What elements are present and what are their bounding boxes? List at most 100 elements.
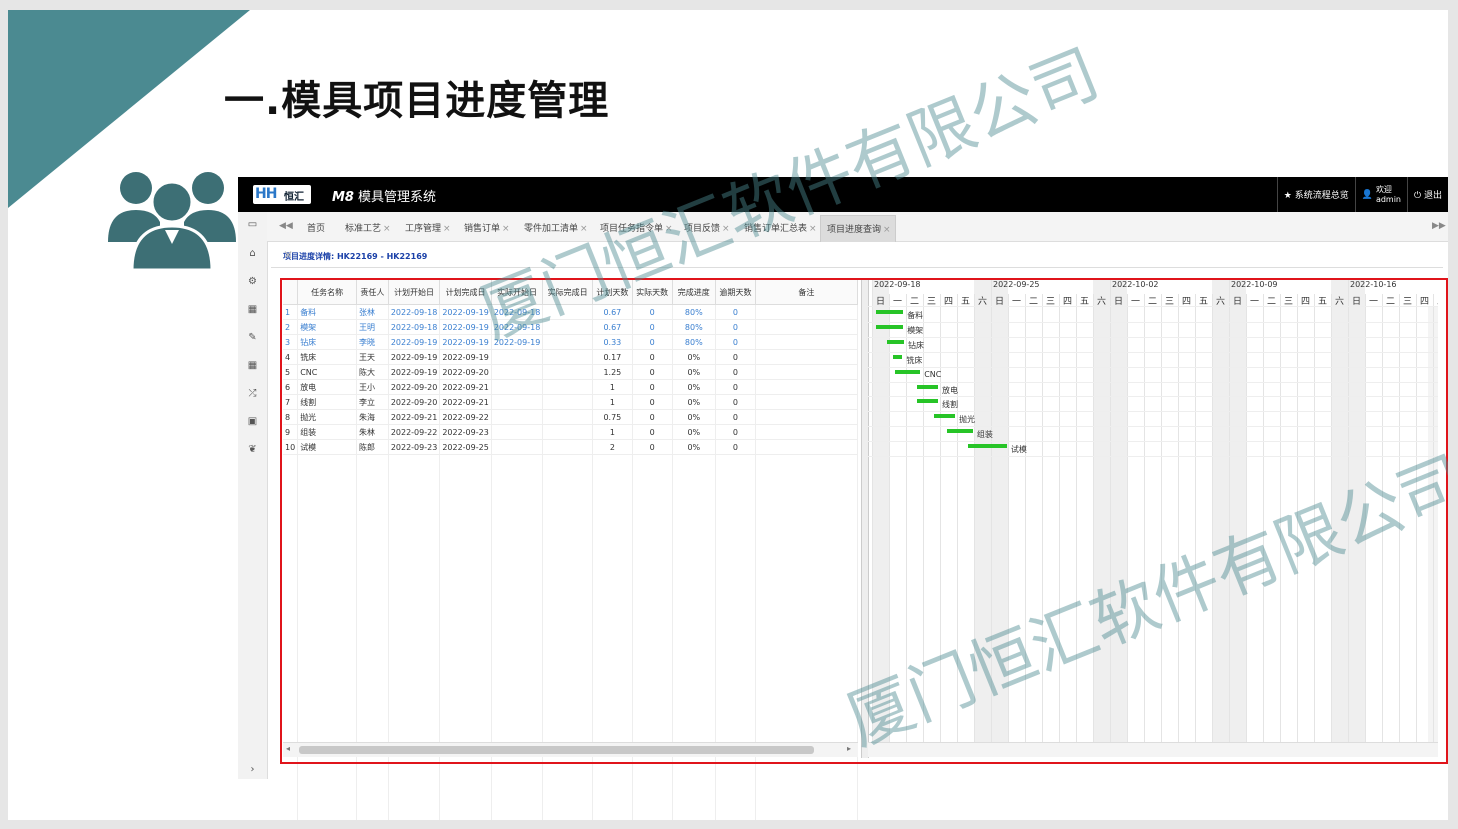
- gantt-horizontal-scrollbar[interactable]: [868, 742, 1438, 757]
- day-gridline: [1110, 294, 1111, 742]
- week-separator: [1229, 280, 1230, 306]
- gantt-bar[interactable]: [876, 310, 904, 314]
- weekend-shade: [1331, 280, 1348, 742]
- table-cell: [542, 424, 593, 440]
- table-icon[interactable]: ▦: [246, 359, 259, 372]
- gantt-bar-label: CNC: [924, 369, 942, 379]
- column-header[interactable]: 计划完成日: [439, 280, 492, 305]
- table-cell: 2022-09-21: [439, 394, 492, 410]
- table-cell: 3: [283, 334, 299, 350]
- day-gridline: [1161, 294, 1162, 742]
- empty-row: [283, 665, 859, 679]
- gantt-bar[interactable]: [887, 339, 905, 344]
- gantt-row-line: [868, 396, 1438, 398]
- column-header[interactable]: 计划开始日: [388, 280, 441, 305]
- column-header[interactable]: 逾期天数: [715, 280, 756, 305]
- horizontal-scrollbar[interactable]: ◂ ▸: [283, 742, 858, 757]
- close-icon[interactable]: ×: [722, 224, 730, 234]
- tab-standard-process[interactable]: 标准工艺 ×: [345, 221, 391, 234]
- gantt-bar[interactable]: [894, 369, 921, 374]
- gantt-bar-label: 组装: [976, 430, 993, 440]
- empty-row: [283, 623, 859, 637]
- close-icon[interactable]: ×: [580, 224, 588, 234]
- image-icon[interactable]: ▣: [246, 415, 259, 428]
- flow-overview-link[interactable]: ★ 系统流程总览: [1276, 177, 1355, 212]
- grid-icon[interactable]: ▦: [246, 303, 259, 316]
- tab-scroll-right-icon[interactable]: ▶▶: [1432, 221, 1446, 231]
- tab-sales-summary[interactable]: 销售订单汇总表 ×: [744, 221, 817, 234]
- gantt-bar[interactable]: [876, 324, 904, 329]
- wrench-icon[interactable]: ✎: [246, 331, 259, 344]
- table-row[interactable]: 5 CNC 陈大 2022-09-19 2022-09-20 1.25 0 0% 0: [283, 364, 859, 380]
- tab-parts-list[interactable]: 零件加工清单 ×: [524, 221, 588, 234]
- scroll-right-icon[interactable]: ▸: [847, 744, 851, 753]
- day-gridline: [872, 294, 873, 742]
- day-gridline: [1348, 294, 1349, 742]
- table-row[interactable]: 1 备料 张林 2022-09-18 2022-09-19 2022-09-18 0.67 0…: [283, 304, 859, 320]
- empty-row: [283, 525, 859, 539]
- scrollbar-thumb[interactable]: [299, 746, 814, 754]
- close-icon[interactable]: ×: [502, 224, 510, 234]
- weekend-shade: [1212, 280, 1229, 742]
- empty-row: [283, 791, 859, 805]
- day-gridline: [1229, 294, 1230, 742]
- table-row[interactable]: 6 放电 王小 2022-09-20 2022-09-21 1 0 0% 0: [283, 379, 859, 395]
- tab-project-progress[interactable]: 项目进度查询 ×: [820, 215, 896, 242]
- day-gridline: [991, 294, 992, 742]
- leaf-icon[interactable]: ❦: [246, 443, 259, 456]
- column-header[interactable]: 实际天数: [632, 280, 673, 305]
- gantt-bar[interactable]: [933, 414, 956, 419]
- gantt-bar[interactable]: [916, 384, 939, 389]
- home-icon[interactable]: ⌂: [246, 247, 259, 260]
- close-icon[interactable]: ×: [665, 224, 673, 234]
- table-cell: 2: [592, 439, 633, 455]
- table-cell: 0.33: [592, 334, 633, 350]
- close-icon[interactable]: ×: [809, 224, 817, 234]
- close-icon[interactable]: ✕: [283, 248, 1439, 262]
- tab-process-management[interactable]: 工序管理 ×: [405, 221, 451, 234]
- gantt-row-line: [868, 426, 1438, 428]
- tab-scroll-left-icon[interactable]: ◀◀: [279, 221, 293, 231]
- day-gridline: [1025, 294, 1026, 742]
- table-cell: [755, 424, 859, 440]
- expand-sidebar-icon[interactable]: ›: [246, 763, 259, 776]
- gantt-bar[interactable]: [967, 444, 1007, 449]
- table-cell: 朱林: [356, 424, 389, 440]
- table-row[interactable]: 4 铣床 王天 2022-09-19 2022-09-19 0.17 0 0% 0: [283, 349, 859, 365]
- logout-link[interactable]: ⏻ 退出: [1407, 177, 1448, 212]
- table-cell: 0%: [672, 424, 717, 440]
- desktop-icon[interactable]: ▭: [246, 218, 259, 231]
- column-header[interactable]: 实际完成日: [542, 280, 593, 305]
- column-header[interactable]: 实际开始日: [491, 280, 544, 305]
- column-header[interactable]: 计划天数: [592, 280, 633, 305]
- table-row[interactable]: 3 钻床 李晓 2022-09-19 2022-09-19 2022-09-19 0.33 0…: [283, 334, 859, 350]
- gantt-bar[interactable]: [893, 354, 903, 359]
- empty-row: [283, 679, 859, 693]
- table-row[interactable]: 10 试模 陈郎 2022-09-23 2022-09-25 2 0 0% 0: [283, 439, 859, 455]
- column-header[interactable]: 完成进度: [672, 280, 717, 305]
- close-icon[interactable]: ×: [383, 224, 391, 234]
- table-cell: 0: [632, 304, 673, 320]
- column-header[interactable]: 责任人: [356, 280, 389, 305]
- table-cell: 0.67: [592, 319, 633, 335]
- column-header[interactable]: 备注: [755, 280, 859, 305]
- tab-project-feedback[interactable]: 项目反馈 ×: [684, 221, 730, 234]
- table-row[interactable]: 8 抛光 朱海 2022-09-21 2022-09-22 0.75 0 0% 0: [283, 409, 859, 425]
- scroll-left-icon[interactable]: ◂: [286, 744, 290, 753]
- day-gridline: [1263, 294, 1264, 742]
- table-cell: 0.67: [592, 304, 633, 320]
- tab-home[interactable]: 首页: [307, 221, 325, 234]
- settings-icon[interactable]: ⚙: [246, 275, 259, 288]
- gantt-bar[interactable]: [916, 399, 939, 404]
- tab-sales-order[interactable]: 销售订单 ×: [464, 221, 510, 234]
- close-icon[interactable]: ×: [443, 224, 451, 234]
- table-row[interactable]: 9 组装 朱林 2022-09-22 2022-09-23 1 0 0% 0: [283, 424, 859, 440]
- table-row[interactable]: 7 线割 李立 2022-09-20 2022-09-21 1 0 0% 0: [283, 394, 859, 410]
- column-header[interactable]: 任务名称: [297, 280, 358, 305]
- gantt-bar[interactable]: [947, 429, 973, 434]
- shuffle-icon[interactable]: ⤮: [246, 387, 259, 400]
- tab-project-task-order[interactable]: 项目任务指令单 ×: [600, 221, 673, 234]
- table-row[interactable]: 2 模架 王明 2022-09-18 2022-09-19 2022-09-18 0.67 0…: [283, 319, 859, 335]
- user-menu[interactable]: 👤 欢迎 admin: [1354, 177, 1407, 212]
- close-icon[interactable]: ×: [883, 225, 891, 235]
